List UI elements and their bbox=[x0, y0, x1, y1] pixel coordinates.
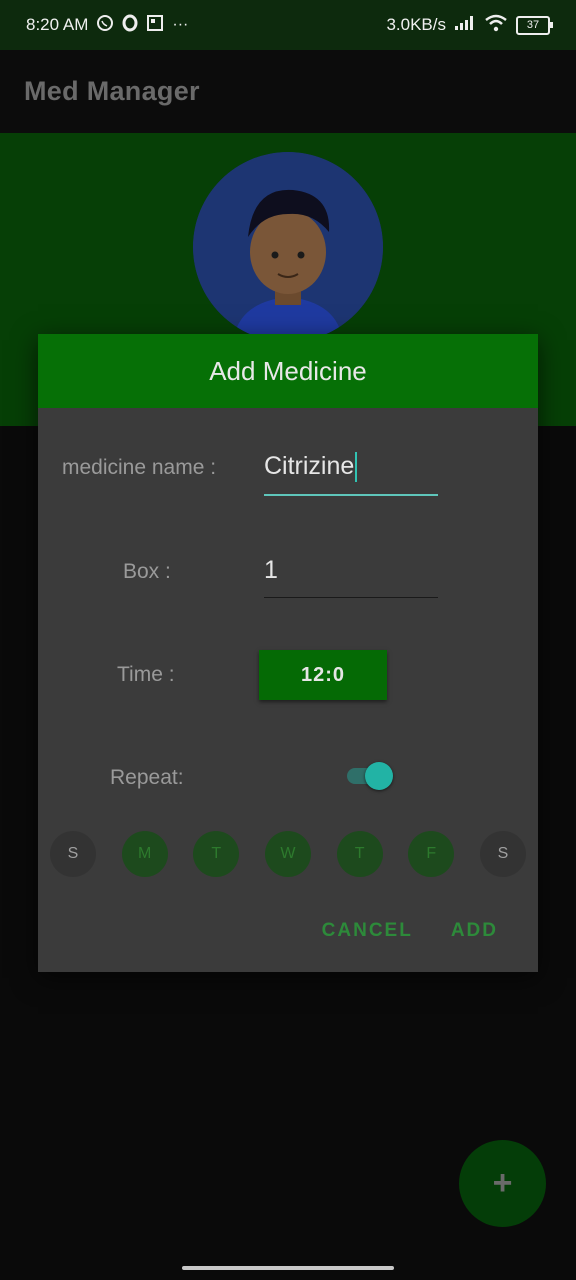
day-saturday[interactable]: S bbox=[479, 831, 526, 877]
add-button[interactable]: ADD bbox=[451, 920, 498, 942]
add-fab-button[interactable]: + bbox=[459, 1140, 546, 1227]
weekday-selector: S M T W T F S bbox=[50, 831, 526, 877]
battery-icon: 37 bbox=[516, 15, 553, 35]
repeat-label: Repeat: bbox=[110, 766, 184, 789]
day-monday[interactable]: M bbox=[121, 831, 168, 877]
avatar bbox=[193, 152, 383, 342]
gesture-nav-bar[interactable] bbox=[182, 1266, 394, 1270]
app-title: Med Manager bbox=[24, 76, 200, 106]
news-icon bbox=[146, 14, 164, 37]
dialog-title: Add Medicine bbox=[209, 355, 367, 386]
app-bar: Med Manager bbox=[0, 50, 576, 133]
box-input[interactable]: 1 bbox=[264, 556, 438, 598]
wifi-icon bbox=[484, 14, 508, 37]
dialog-actions: CANCEL ADD bbox=[322, 920, 498, 942]
day-thursday[interactable]: T bbox=[336, 831, 383, 877]
battery-level: 37 bbox=[526, 19, 540, 31]
box-value: 1 bbox=[264, 556, 278, 584]
toggle-thumb bbox=[365, 762, 393, 790]
plus-icon: + bbox=[492, 1164, 513, 1202]
repeat-toggle[interactable] bbox=[345, 762, 395, 790]
box-label: Box : bbox=[123, 560, 171, 583]
time-value: 12:0 bbox=[300, 663, 346, 686]
medicine-name-input[interactable]: Citrizine bbox=[264, 452, 438, 497]
day-friday[interactable]: F bbox=[408, 831, 455, 877]
day-wednesday[interactable]: W bbox=[264, 831, 311, 877]
opera-icon bbox=[122, 14, 138, 37]
network-speed: 3.0KB/s bbox=[386, 15, 446, 34]
signal-icon bbox=[454, 15, 476, 36]
day-sunday[interactable]: S bbox=[50, 831, 96, 877]
more-icon: ··· bbox=[172, 16, 189, 33]
text-caret bbox=[355, 452, 358, 483]
medicine-name-value: Citrizine bbox=[264, 452, 355, 480]
add-medicine-dialog: Add Medicine medicine name : Citrizine B… bbox=[38, 334, 538, 972]
time-label: Time : bbox=[117, 663, 175, 686]
medicine-name-label: medicine name : bbox=[62, 456, 217, 479]
time-picker-button[interactable]: 12:0 bbox=[259, 650, 387, 700]
status-time: 8:20 AM bbox=[26, 15, 89, 34]
whatsapp-icon bbox=[96, 14, 114, 37]
status-bar: 8:20 AM ··· 3.0KB/s 37 bbox=[0, 0, 576, 50]
cancel-button[interactable]: CANCEL bbox=[322, 920, 413, 942]
dialog-header: Add Medicine bbox=[38, 334, 538, 408]
day-tuesday[interactable]: T bbox=[193, 831, 240, 877]
avatar-icon bbox=[193, 152, 383, 342]
